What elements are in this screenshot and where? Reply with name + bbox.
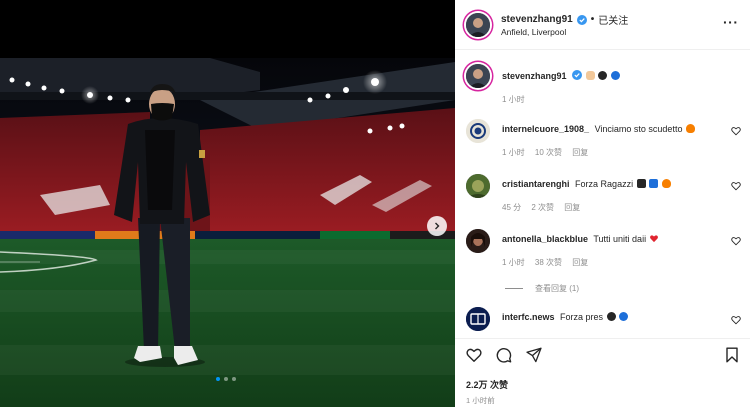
comment-body: Tutti uniti daii [593,234,647,244]
post-actions-bar: 2.2万 次赞 1 小时前 [455,338,750,407]
comments-section: stevenzhang91 1 小时 internelcuore_1908_ V… [455,52,750,337]
heart-icon[interactable] [731,181,741,191]
comment-likes[interactable]: 10 次赞 [535,148,562,157]
likes-count[interactable]: 2.2万 次赞 [466,378,508,391]
comment-username[interactable]: antonella_blackblue [502,234,588,244]
black-heart-emoji-icon [636,179,646,188]
heart-icon[interactable] [466,347,482,363]
carousel-dots [216,377,236,381]
comment-time: 1 小时 [502,148,525,157]
comment-body: Vinciamo sto scudetto [594,124,683,134]
verified-badge-icon [576,14,587,25]
author-line: stevenzhang91 • 已关注 [501,12,628,27]
stadium-photo [0,0,455,407]
heart-icon[interactable] [731,315,741,325]
divider-line [505,288,523,289]
send-icon[interactable] [526,347,542,363]
carousel-dot-active [216,377,220,381]
blue-heart-emoji-icon [649,179,659,188]
avatar-image [466,13,490,37]
following-button[interactable]: 已关注 [598,12,628,27]
reply-button[interactable]: 回复 [572,148,588,157]
avatar-image [466,229,490,253]
comment-username[interactable]: cristiantarenghi [502,179,570,189]
view-replies-label: 查看回复 (1) [535,284,579,293]
comment-avatar[interactable] [466,119,490,143]
comment-meta: 1 小时 38 次赞 回复 [502,257,596,268]
more-options-icon[interactable]: ··· [723,15,739,29]
avatar-image [466,64,490,88]
caption-username[interactable]: stevenzhang91 [502,71,567,81]
comment-avatar[interactable] [466,307,490,331]
heart-icon[interactable] [731,236,741,246]
comment-text: interfc.news Forza pres [502,312,629,322]
caption-time: 1 小时 [502,95,525,104]
comment-text: antonella_blackblue Tutti uniti daii [502,234,659,244]
fire-emoji-icon [661,179,671,188]
post-photo[interactable] [0,0,455,407]
blue-circle-emoji-icon [610,71,620,80]
comment-username[interactable]: internelcuore_1908_ [502,124,589,134]
location-link[interactable]: Anfield, Liverpool [501,27,566,37]
carousel-dot [224,377,228,381]
black-circle-emoji-icon [606,312,616,321]
caption-text: stevenzhang91 [502,70,620,81]
comment-meta: 45 分 2 次赞 回复 [502,202,588,213]
bookmark-icon[interactable] [724,347,740,363]
comment-likes[interactable]: 2 次赞 [531,203,554,212]
view-replies-button[interactable]: 查看回复 (1) [505,283,579,294]
muscle-emoji-icon [585,71,595,80]
black-circle-emoji-icon [598,71,608,80]
comment-body: Forza pres [560,312,604,322]
reply-button[interactable]: 回复 [572,258,588,267]
comment-text: cristiantarenghi Forza Ragazzi [502,179,671,189]
comment-username[interactable]: interfc.news [502,312,555,322]
next-photo-button[interactable] [427,216,447,236]
blue-circle-emoji-icon [619,312,629,321]
posted-time: 1 小时前 [466,396,495,405]
avatar-image [466,174,490,198]
heart-icon[interactable] [731,126,741,136]
author-username[interactable]: stevenzhang91 [501,14,573,25]
separator-dot: • [590,14,595,25]
comment-icon[interactable] [496,347,512,363]
fire-emoji-icon [685,124,695,133]
verified-badge-icon [572,70,583,80]
post-header: stevenzhang91 • 已关注 Anfield, Liverpool ·… [455,0,750,50]
comment-time: 1 小时 [502,258,525,267]
chevron-right-icon [435,222,440,230]
author-avatar[interactable] [466,13,490,37]
post-detail-panel: stevenzhang91 • 已关注 Anfield, Liverpool ·… [455,0,750,407]
comment-avatar[interactable] [466,174,490,198]
comment-meta: 1 小时 10 次赞 回复 [502,147,596,158]
interfc-logo-icon [466,307,490,331]
caption-author-avatar[interactable] [466,64,490,88]
comment-body: Forza Ragazzi [575,179,634,189]
comment-avatar[interactable] [466,229,490,253]
red-heart-emoji-icon [649,235,658,243]
carousel-dot [232,377,236,381]
inter-crest-icon [466,119,490,143]
comment-time: 45 分 [502,203,522,212]
comment-likes[interactable]: 38 次赞 [535,258,562,267]
comment-text: internelcuore_1908_ Vinciamo sto scudett… [502,124,695,134]
reply-button[interactable]: 回复 [564,203,580,212]
